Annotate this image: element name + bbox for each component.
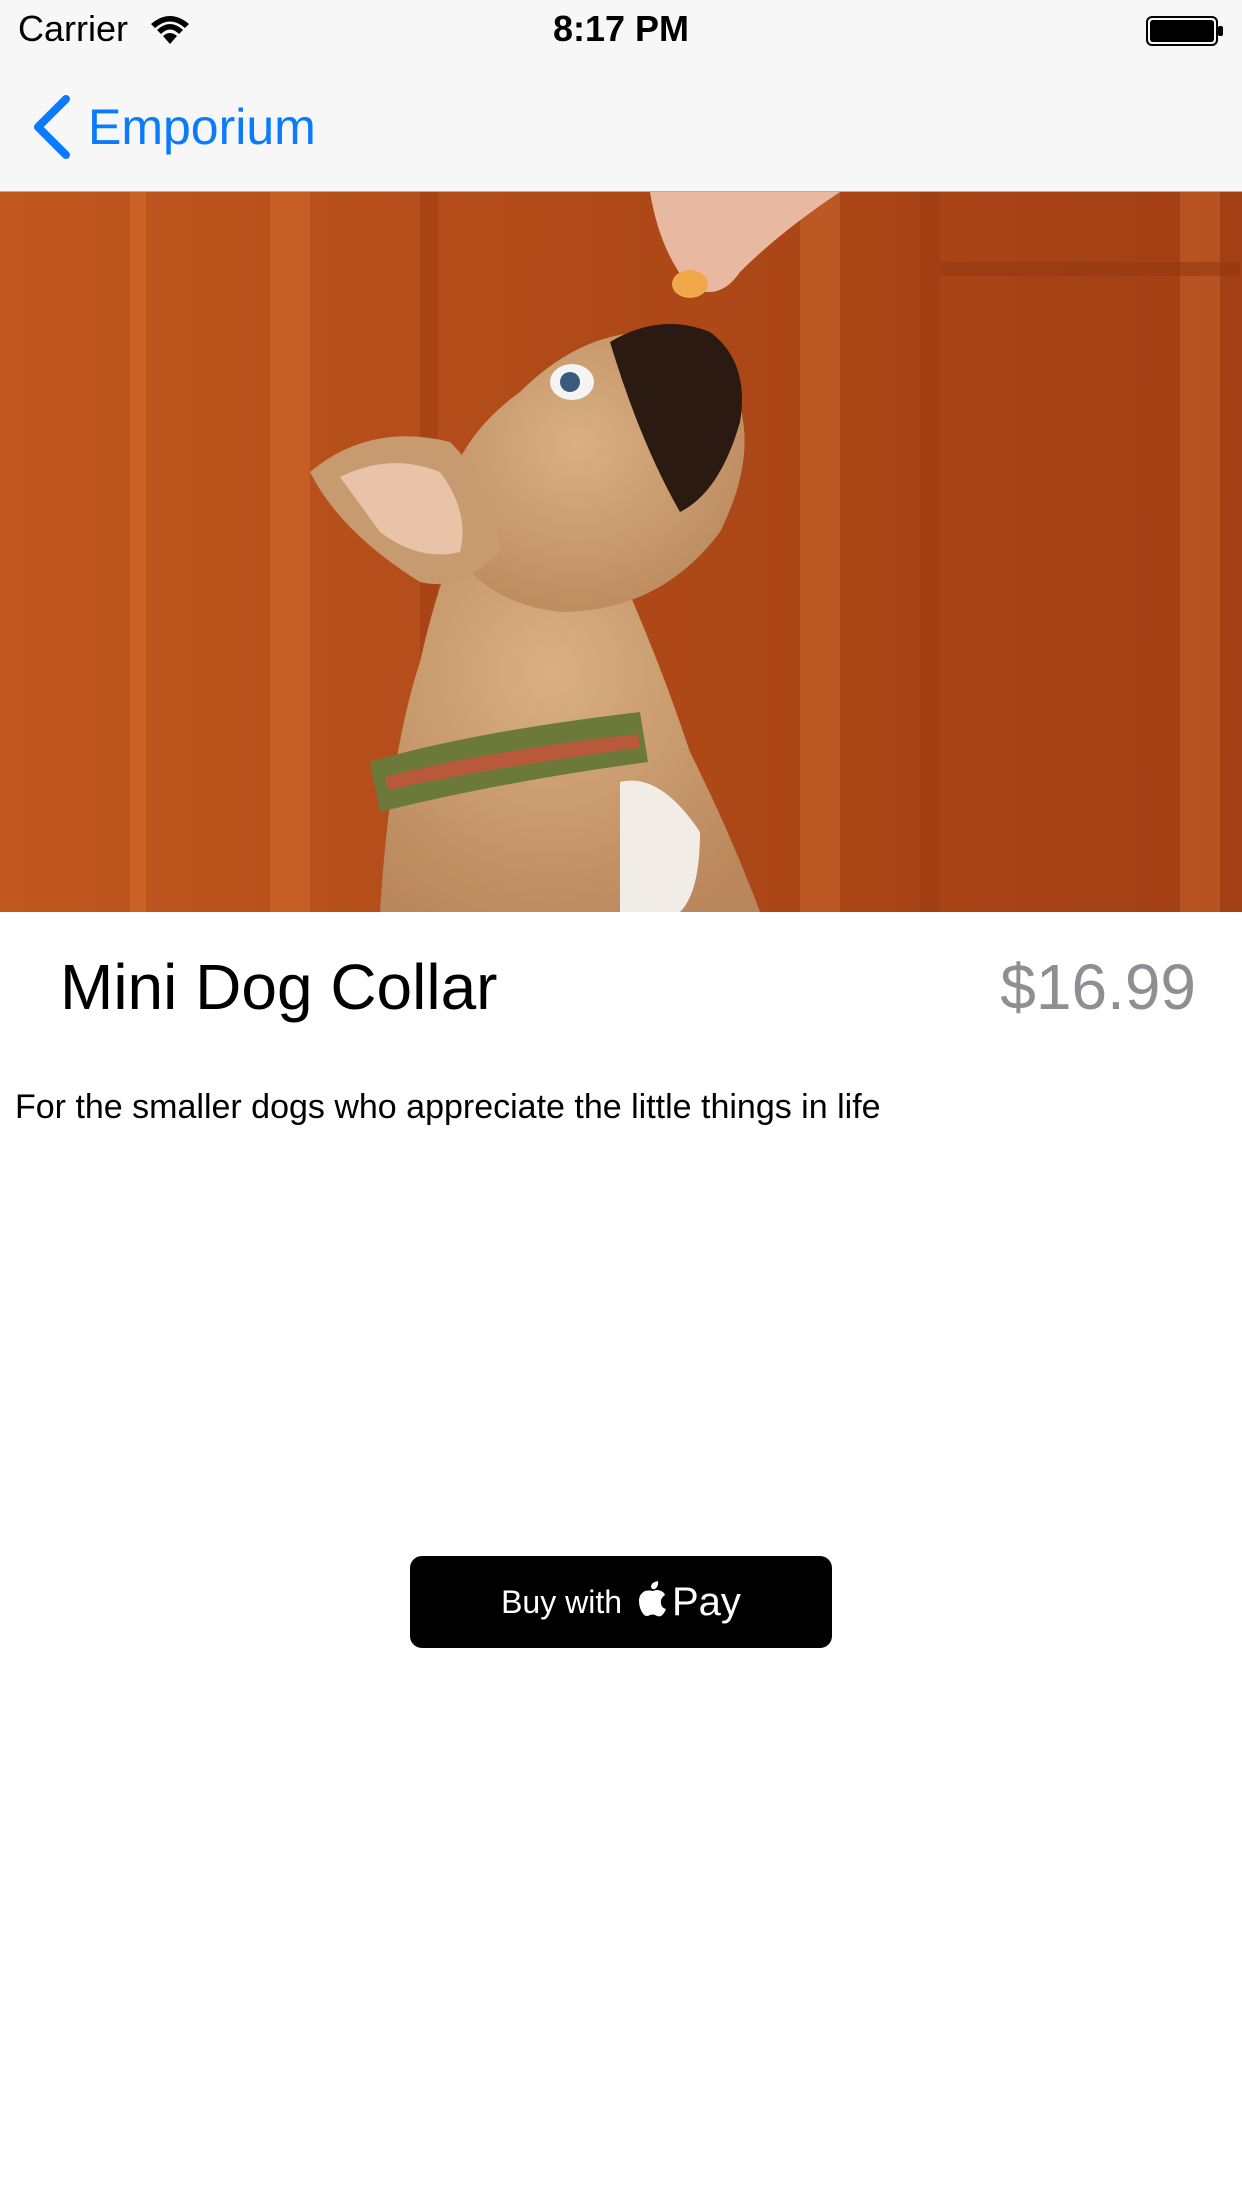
status-time: 8:17 PM [552,8,690,49]
back-button[interactable]: Emporium [30,92,316,162]
pay-button-word: Pay [672,1579,741,1624]
product-photo [0,192,1242,912]
chevron-left-icon [34,95,70,159]
product-price: $16.99 [1000,951,1196,1023]
back-label: Emporium [88,99,316,155]
battery-icon [1146,16,1223,46]
apple-logo-icon [639,1581,666,1617]
status-bar: Carrier 8:17 PM [0,0,1242,60]
pay-button-prefix: Buy with [501,1583,622,1620]
product-description: For the smaller dogs who appreciate the … [15,1088,881,1126]
navigation-bar: Emporium [0,60,1242,193]
buy-with-apple-pay-button[interactable]: Buy with Pay [410,1556,832,1648]
product-title: Mini Dog Collar [60,951,498,1023]
